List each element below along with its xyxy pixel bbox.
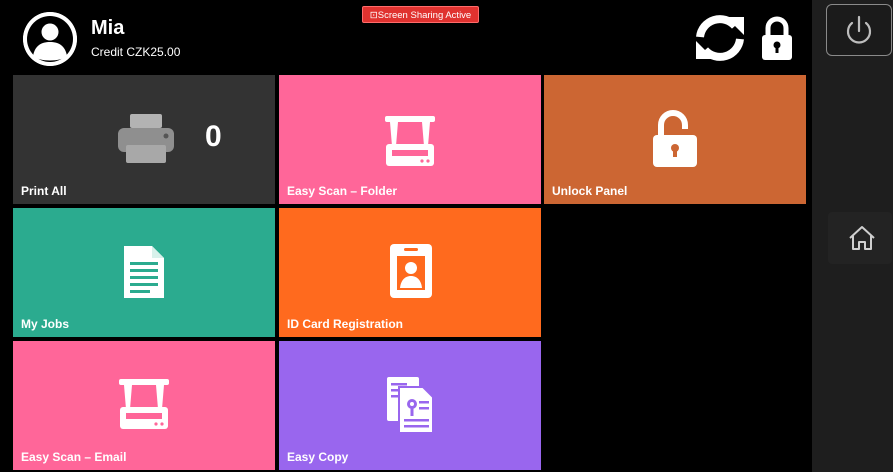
copy-documents-icon	[387, 377, 434, 434]
printer-icon	[118, 114, 174, 163]
tile-easy-copy[interactable]: Easy Copy	[279, 341, 541, 470]
user-credit: Credit CZK25.00	[91, 45, 181, 59]
tile-id-card-registration[interactable]: ID Card Registration	[279, 208, 541, 337]
lock-button[interactable]	[760, 16, 794, 62]
user-name: Mia	[91, 17, 125, 39]
id-card-icon	[390, 244, 432, 298]
terminal-screen: Mia Credit CZK25.00 ⊡Screen Sharing Acti…	[0, 0, 893, 472]
refresh-icon	[696, 15, 744, 61]
tile-label: Easy Copy	[287, 450, 349, 464]
tile-unlock-panel[interactable]: Unlock Panel	[544, 75, 806, 204]
lock-icon	[762, 16, 792, 60]
tile-easy-scan-email[interactable]: Easy Scan – Email	[13, 341, 275, 470]
tile-my-jobs[interactable]: My Jobs	[13, 208, 275, 337]
scanner-icon	[385, 116, 435, 166]
tile-label: Easy Scan – Email	[21, 450, 127, 464]
screen-sharing-badge: ⊡Screen Sharing Active	[362, 6, 479, 23]
print-job-count: 0	[205, 120, 222, 153]
tile-print-all[interactable]: 0 Print All	[13, 75, 275, 204]
tile-label: My Jobs	[21, 317, 70, 331]
tile-label: Print All	[21, 184, 67, 198]
tile-label: Unlock Panel	[552, 184, 628, 198]
refresh-button[interactable]	[692, 13, 748, 63]
home-button[interactable]	[828, 212, 892, 264]
power-icon	[846, 15, 872, 44]
unlocked-padlock-icon	[653, 110, 697, 167]
power-button[interactable]	[826, 4, 892, 56]
scanner-icon	[119, 379, 169, 429]
top-bar: Mia Credit CZK25.00 ⊡Screen Sharing Acti…	[0, 0, 812, 74]
main-panel: Mia Credit CZK25.00 ⊡Screen Sharing Acti…	[0, 0, 812, 472]
user-avatar-icon	[23, 12, 77, 66]
home-icon	[849, 226, 875, 250]
tile-label: ID Card Registration	[287, 317, 404, 331]
tile-label: Easy Scan – Folder	[287, 184, 398, 198]
tile-easy-scan-folder[interactable]: Easy Scan – Folder	[279, 75, 541, 204]
document-icon	[124, 246, 164, 298]
